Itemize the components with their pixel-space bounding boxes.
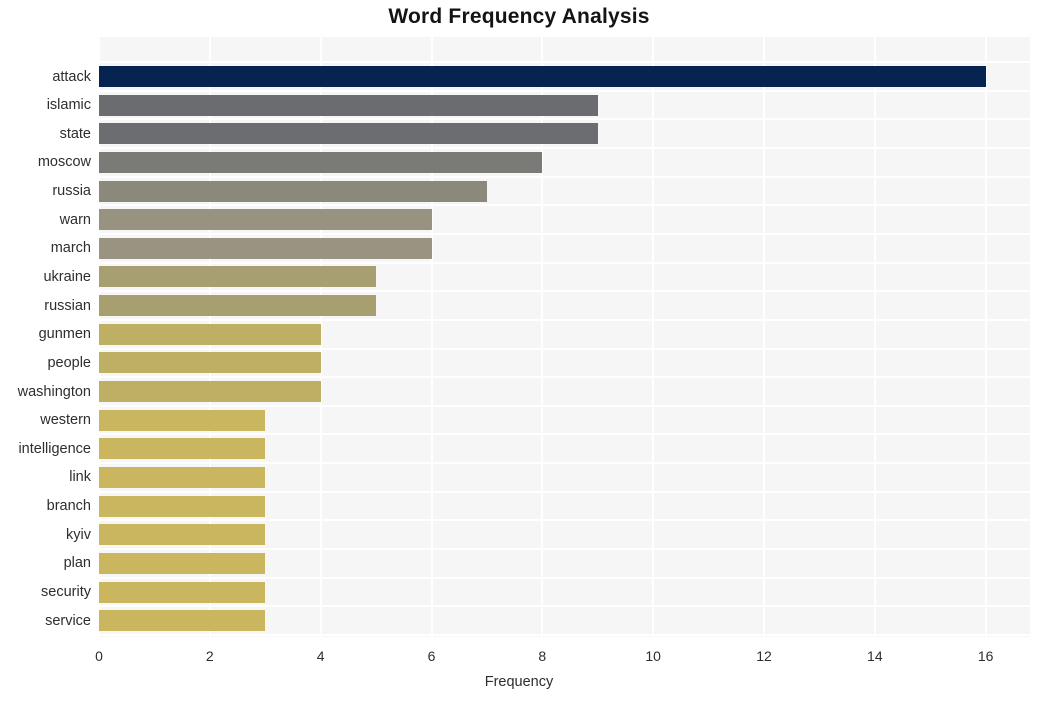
bar xyxy=(99,123,598,145)
x-axis-tick-label: 10 xyxy=(645,648,661,664)
x-axis-tick-label: 12 xyxy=(756,648,772,664)
bar xyxy=(99,381,321,403)
gridline-horizontal xyxy=(99,318,1030,321)
bar xyxy=(99,94,598,116)
y-axis-tick-label: washington xyxy=(17,383,91,400)
gridline-horizontal xyxy=(99,89,1030,92)
plot-area xyxy=(99,37,1030,637)
y-axis-tick-label: plan xyxy=(63,555,91,572)
y-axis-tick-label: gunmen xyxy=(38,326,91,343)
y-axis-tick-label: moscow xyxy=(37,154,91,171)
y-axis-tick-label: russia xyxy=(52,183,91,200)
bar xyxy=(99,409,266,431)
gridline-horizontal xyxy=(99,147,1030,150)
y-axis-tick-label: link xyxy=(69,469,91,486)
gridline-horizontal xyxy=(99,376,1030,379)
bar xyxy=(99,581,266,603)
bar xyxy=(99,352,321,374)
gridline-horizontal xyxy=(99,433,1030,436)
y-axis-tick-label: branch xyxy=(46,498,91,515)
y-axis-tick-label: kyiv xyxy=(66,526,91,543)
gridline-horizontal xyxy=(99,233,1030,236)
chart-figure: Word Frequency Analysis attack islamic sta… xyxy=(0,0,1038,701)
y-axis-tick-label: attack xyxy=(52,68,91,85)
bar xyxy=(99,237,432,259)
gridline-horizontal xyxy=(99,605,1030,608)
gridline-vertical xyxy=(984,37,987,637)
x-axis-tick-label: 2 xyxy=(205,648,214,664)
gridline-horizontal xyxy=(99,175,1030,178)
gridline-horizontal xyxy=(99,462,1030,465)
y-axis-tick-label: service xyxy=(45,612,91,629)
gridline-horizontal xyxy=(99,633,1030,636)
gridline-vertical xyxy=(763,37,765,637)
gridline-horizontal xyxy=(99,404,1030,407)
y-axis-tick-label: ukraine xyxy=(43,268,91,285)
x-axis-tick-label: 16 xyxy=(977,648,994,664)
gridline-horizontal xyxy=(99,204,1030,207)
x-axis-tick-label: 4 xyxy=(316,648,325,664)
x-axis-title: Frequency xyxy=(484,674,554,690)
y-axis-tick-label: western xyxy=(40,412,91,429)
y-axis-tick-label: march xyxy=(50,240,91,257)
gridline-horizontal xyxy=(99,118,1030,121)
bar xyxy=(99,323,321,345)
gridline-horizontal xyxy=(99,490,1030,493)
bar xyxy=(99,610,266,632)
gridline-horizontal xyxy=(99,61,1030,64)
gridline-vertical xyxy=(652,37,655,637)
x-axis-tick-label: 14 xyxy=(867,648,883,664)
bar xyxy=(99,552,266,574)
page-title: Word Frequency Analysis xyxy=(388,5,650,28)
bar xyxy=(99,438,266,460)
x-axis-tick-label: 0 xyxy=(95,648,103,664)
y-axis-tick-label: islamic xyxy=(46,97,91,114)
gridline-vertical xyxy=(873,37,876,637)
y-axis-tick-label: state xyxy=(59,125,91,142)
bar xyxy=(99,266,377,288)
bar xyxy=(99,495,266,517)
x-axis-tick-label: 8 xyxy=(538,648,547,664)
bar xyxy=(99,466,266,488)
gridline-horizontal xyxy=(99,290,1030,293)
gridline-horizontal xyxy=(99,519,1030,522)
bar xyxy=(99,295,377,317)
x-axis-tick-label: 6 xyxy=(427,648,436,664)
bar xyxy=(99,209,432,231)
bar xyxy=(99,180,487,202)
y-axis-tick-label: russian xyxy=(44,297,91,314)
y-axis-tick-label: people xyxy=(47,354,91,371)
bar xyxy=(99,66,986,87)
gridline-horizontal xyxy=(99,548,1030,551)
y-axis-tick-label: security xyxy=(41,584,91,600)
bar xyxy=(99,524,266,546)
gridline-horizontal xyxy=(99,576,1030,579)
gridline-horizontal xyxy=(99,347,1030,350)
y-axis-tick-label: intelligence xyxy=(18,440,91,457)
bar xyxy=(99,151,543,173)
y-axis-tick-label: warn xyxy=(59,211,91,228)
gridline-horizontal xyxy=(99,261,1030,264)
